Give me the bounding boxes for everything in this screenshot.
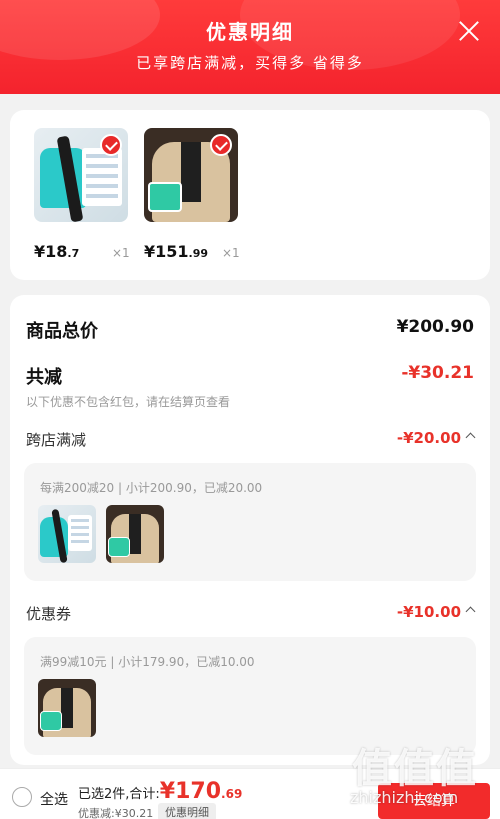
product-item[interactable] bbox=[144, 128, 238, 222]
cross-store-label: 跨店满减 bbox=[26, 431, 87, 449]
total-discount-value: -¥30.21 bbox=[401, 363, 474, 383]
discount-amount: 优惠减:¥30.21 bbox=[78, 807, 154, 819]
product-quantity: ×1 bbox=[222, 246, 240, 260]
page-title: 优惠明细 bbox=[206, 20, 294, 44]
coupon-detail-box: 满99减10元 | 小计179.90，已减10.00 bbox=[24, 637, 476, 755]
product-price: ¥151.99 bbox=[144, 242, 209, 261]
coupon-value[interactable]: -¥10.00 bbox=[397, 603, 476, 621]
page-subtitle: 已享跨店满减，买得多 省得多 bbox=[136, 54, 364, 72]
checkmark-icon bbox=[210, 134, 232, 156]
total-amount: 已选2件,合计:¥170.69 bbox=[78, 779, 243, 804]
total-price-label: 商品总价 bbox=[26, 321, 98, 342]
checkout-button[interactable]: 去结算 bbox=[378, 783, 490, 819]
total-price-value: ¥200.90 bbox=[396, 317, 474, 337]
products-card: ¥18.7 ×1 ¥151.99 ×1 bbox=[10, 110, 490, 280]
checkout-bar: 全选 已选2件,合计:¥170.69 优惠减:¥30.21 优惠明细 去结算 bbox=[0, 768, 500, 819]
total-discount-label: 共减 bbox=[26, 367, 62, 388]
select-all-label[interactable]: 全选 bbox=[40, 789, 68, 809]
coupon-row[interactable]: 优惠券 -¥10.00 bbox=[26, 603, 476, 625]
discount-detail-tag[interactable]: 优惠明细 bbox=[158, 803, 216, 819]
detail-header: 优惠明细 已享跨店满减，买得多 省得多 bbox=[0, 0, 500, 94]
total-discount-row: 共减 -¥30.21 bbox=[26, 363, 474, 388]
cross-store-detail: 每满200减20 | 小计200.90，已减20.00 bbox=[40, 481, 263, 495]
discount-summary-card: 商品总价 ¥200.90 共减 -¥30.21 以下优惠不包含红包，请在结算页查… bbox=[10, 295, 490, 765]
product-thumbnail bbox=[38, 679, 96, 737]
total-price-row: 商品总价 ¥200.90 bbox=[26, 317, 474, 342]
chevron-up-icon bbox=[465, 432, 476, 443]
cross-store-detail-box: 每满200减20 | 小计200.90，已减20.00 bbox=[24, 463, 476, 581]
discount-note: 以下优惠不包含红包，请在结算页查看 bbox=[26, 395, 231, 409]
product-thumbnail bbox=[106, 505, 164, 563]
select-all-radio[interactable] bbox=[12, 787, 32, 807]
product-thumbnail bbox=[38, 505, 96, 563]
product-quantity: ×1 bbox=[112, 246, 130, 260]
product-thumbnail[interactable] bbox=[144, 128, 238, 222]
cross-store-value[interactable]: -¥20.00 bbox=[397, 429, 476, 447]
product-thumbnail[interactable] bbox=[34, 128, 128, 222]
checkmark-icon bbox=[100, 134, 122, 156]
close-icon[interactable] bbox=[458, 20, 480, 42]
chevron-up-icon bbox=[465, 606, 476, 617]
coupon-detail: 满99减10元 | 小计179.90，已减10.00 bbox=[40, 655, 255, 669]
cross-store-row[interactable]: 跨店满减 -¥20.00 bbox=[26, 429, 476, 451]
product-price: ¥18.7 bbox=[34, 242, 80, 261]
product-item[interactable] bbox=[34, 128, 128, 222]
coupon-label: 优惠券 bbox=[26, 605, 72, 623]
